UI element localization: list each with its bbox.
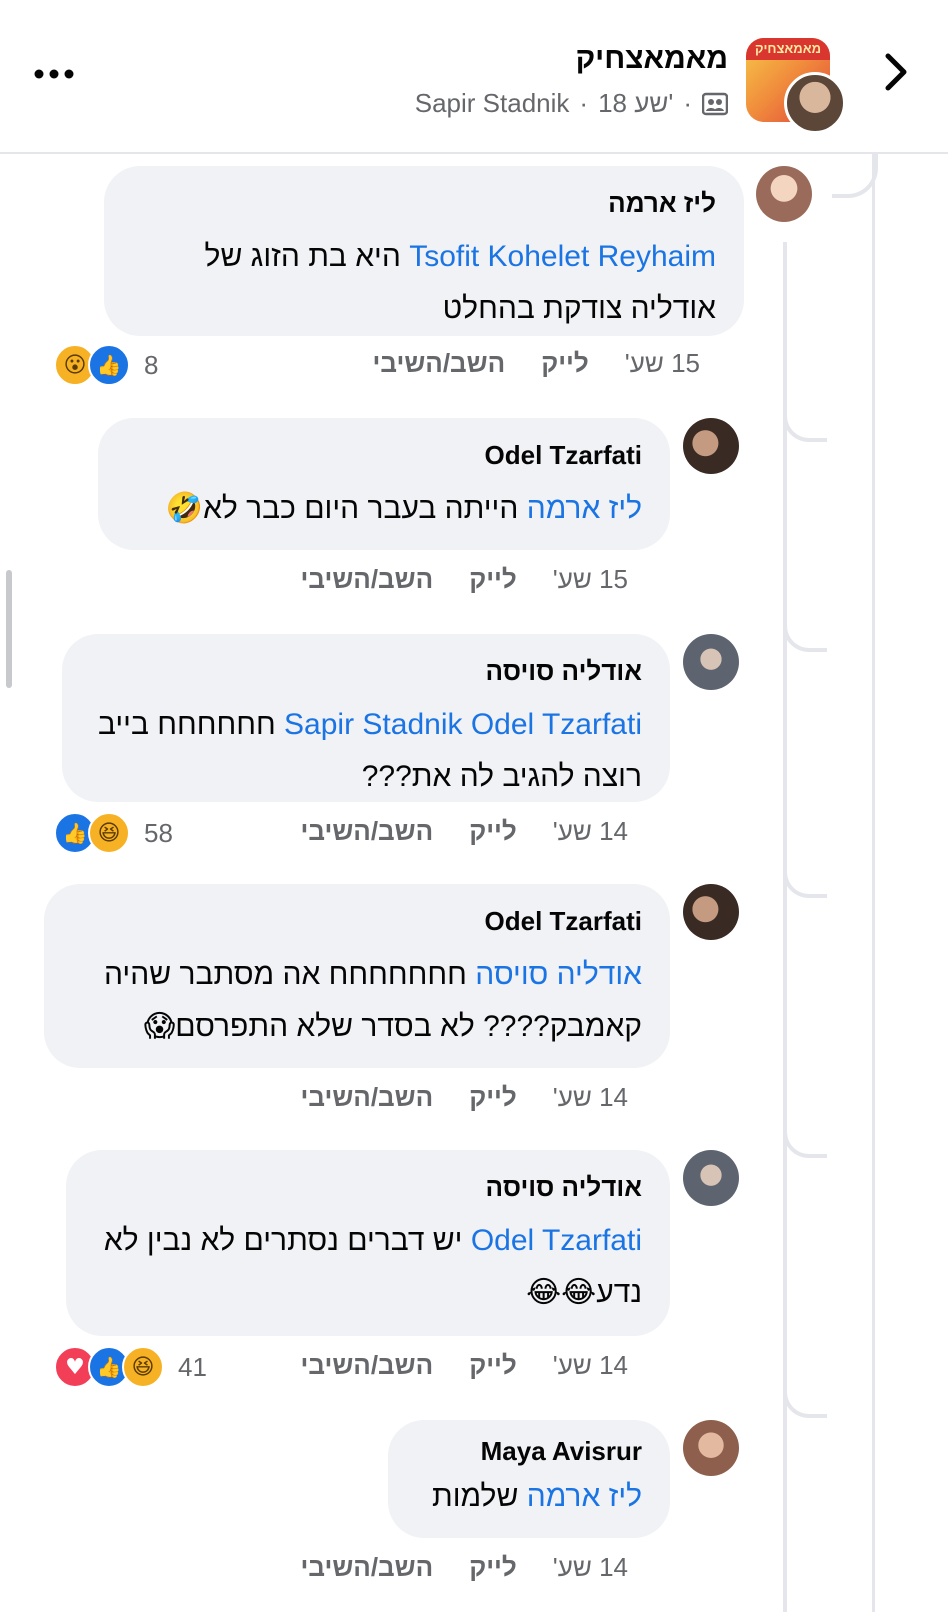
comment-bubble: Odel Tzarfati ליז ארמה הייתה בעבר היום כ… — [98, 418, 670, 550]
like-action[interactable]: לייק — [469, 1552, 517, 1583]
comment-body: הייתה בעבר היום כבר לא — [203, 492, 527, 525]
comment-author[interactable]: Odel Tzarfati — [72, 906, 642, 937]
comment-actions: 15 שע' לייק השב/השיבי — [373, 348, 701, 379]
separator-dot: · — [579, 88, 589, 118]
tears-of-joy-emoji: 😂😂 — [526, 1275, 597, 1310]
comment-bubble: ליז ארמה Tsofit Kohelet Reyhaim היא בת ה… — [104, 166, 744, 336]
reaction-count: 58 — [144, 817, 173, 848]
thread-connector — [783, 618, 827, 652]
rofl-emoji: 🤣 — [165, 491, 204, 526]
reply-action[interactable]: השב/השיבי — [301, 816, 434, 847]
thread-connector — [783, 1384, 827, 1418]
comment-text: ליז ארמה שלמות — [416, 1471, 642, 1523]
post-header: מאמאצחיק Sapir Stadnik · 18 שע' · מאמאצח… — [0, 0, 948, 154]
haha-reaction-icon: 😆 — [122, 1346, 164, 1388]
reply-thread-line — [783, 242, 787, 1612]
reaction-summary[interactable]: 👍 😆 58 — [54, 812, 173, 854]
comment-author[interactable]: ליז ארמה — [132, 188, 716, 219]
poster-avatar[interactable] — [784, 72, 846, 134]
like-action[interactable]: לייק — [469, 1350, 517, 1381]
more-horizontal-icon — [34, 69, 74, 79]
reply-action[interactable]: השב/השיבי — [373, 348, 506, 379]
comment-time[interactable]: 14 שע' — [553, 1350, 628, 1381]
post-author[interactable]: Sapir Stadnik — [415, 88, 570, 119]
reaction-icons: ♥ 👍 😆 — [54, 1346, 164, 1388]
like-action[interactable]: לייק — [469, 1082, 517, 1113]
comment-text: ליז ארמה הייתה בעבר היום כבר לא🤣 — [126, 483, 642, 535]
post-time[interactable]: 18 שע' — [598, 88, 673, 119]
reaction-count: 41 — [178, 1351, 207, 1382]
commenter-avatar[interactable] — [683, 1420, 739, 1476]
comment-text: Tsofit Kohelet Reyhaim היא בת הזוג של או… — [132, 231, 716, 335]
more-options-button[interactable] — [30, 54, 78, 94]
comment-bubble: אודליה סויסה Sapir Stadnik Odel Tzarfati… — [62, 634, 670, 802]
like-action[interactable]: לייק — [469, 816, 517, 847]
like-reaction-icon: 👍 — [88, 344, 130, 386]
thread-connector — [783, 1124, 827, 1158]
mention-link[interactable]: Sapir Stadnik Odel Tzarfati — [284, 708, 642, 741]
comment-author[interactable]: Odel Tzarfati — [126, 440, 642, 471]
thread-connector — [783, 864, 827, 898]
comment-actions: 14 שע' לייק השב/השיבי — [301, 1082, 629, 1113]
thread-connector — [783, 408, 827, 442]
comment-text: Odel Tzarfati יש דברים נסתרים לא נבין לא… — [94, 1215, 642, 1319]
comment-author[interactable]: אודליה סויסה — [94, 1172, 643, 1203]
commenter-avatar[interactable] — [683, 418, 739, 474]
mention-link[interactable]: Tsofit Kohelet Reyhaim — [409, 240, 716, 273]
commenter-avatar[interactable] — [683, 1150, 739, 1206]
separator-dot: · — [683, 88, 692, 118]
comment-text: אודליה סויסה חחחחחחח אה מסתבר שהיה קאמבק… — [72, 949, 642, 1053]
comment-time[interactable]: 15 שע' — [625, 348, 700, 379]
reaction-icons: 😮 👍 — [54, 344, 130, 386]
reply-action[interactable]: השב/השיבי — [301, 1082, 434, 1113]
group-name[interactable]: מאמאצחיק — [576, 42, 728, 76]
reply-action[interactable]: השב/השיבי — [301, 564, 434, 595]
reaction-summary[interactable]: 😮 👍 8 — [54, 344, 158, 386]
mention-link[interactable]: ליז ארמה — [527, 492, 642, 525]
mention-link[interactable]: ליז ארמה — [527, 1480, 642, 1513]
mention-link[interactable]: אודליה סויסה — [475, 958, 642, 991]
comment-bubble: Maya Avisrur ליז ארמה שלמות — [388, 1420, 670, 1538]
comment-bubble: אודליה סויסה Odel Tzarfati יש דברים נסתר… — [66, 1150, 670, 1336]
comment-bubble: Odel Tzarfati אודליה סויסה חחחחחחח אה מס… — [44, 884, 670, 1068]
reply-action[interactable]: השב/השיבי — [301, 1350, 434, 1381]
comment-actions: 15 שע' לייק השב/השיבי — [301, 564, 629, 595]
screaming-emoji: 😱 — [143, 1009, 176, 1044]
comment-time[interactable]: 14 שע' — [553, 1552, 628, 1583]
chevron-right-icon — [885, 53, 907, 91]
comment-time[interactable]: 15 שע' — [553, 564, 628, 595]
reply-action[interactable]: השב/השיבי — [301, 1552, 434, 1583]
reaction-count: 8 — [144, 349, 159, 380]
group-members-icon — [702, 92, 728, 115]
reaction-icons: 👍 😆 — [54, 812, 130, 854]
haha-reaction-icon: 😆 — [88, 812, 130, 854]
comment-actions: 14 שע' לייק השב/השיבי — [301, 1552, 629, 1583]
comment-time[interactable]: 14 שע' — [553, 1082, 628, 1113]
like-action[interactable]: לייק — [541, 348, 589, 379]
mention-link[interactable]: Odel Tzarfati — [471, 1224, 642, 1257]
commenter-avatar[interactable] — [683, 634, 739, 690]
like-action[interactable]: לייק — [469, 564, 517, 595]
comment-author[interactable]: Maya Avisrur — [416, 1436, 642, 1467]
thread-rail — [872, 152, 875, 1612]
post-meta: Sapir Stadnik · 18 שע' · — [415, 88, 728, 119]
comment-actions: 14 שע' לייק השב/השיבי — [301, 816, 629, 847]
commenter-avatar[interactable] — [756, 166, 812, 222]
scrollbar[interactable] — [6, 570, 12, 688]
comment-author[interactable]: אודליה סויסה — [90, 656, 643, 687]
back-button[interactable] — [872, 48, 920, 96]
reaction-summary[interactable]: ♥ 👍 😆 41 — [54, 1346, 207, 1388]
comment-text: Sapir Stadnik Odel Tzarfati חחחחחח בייב … — [90, 699, 642, 803]
comment-body: שלמות — [432, 1480, 527, 1513]
comment-time[interactable]: 14 שע' — [553, 816, 628, 847]
commenter-avatar[interactable] — [683, 884, 739, 940]
group-avatar-banner: מאמאצחיק — [746, 38, 830, 60]
comment-actions: 14 שע' לייק השב/השיבי — [301, 1350, 629, 1381]
